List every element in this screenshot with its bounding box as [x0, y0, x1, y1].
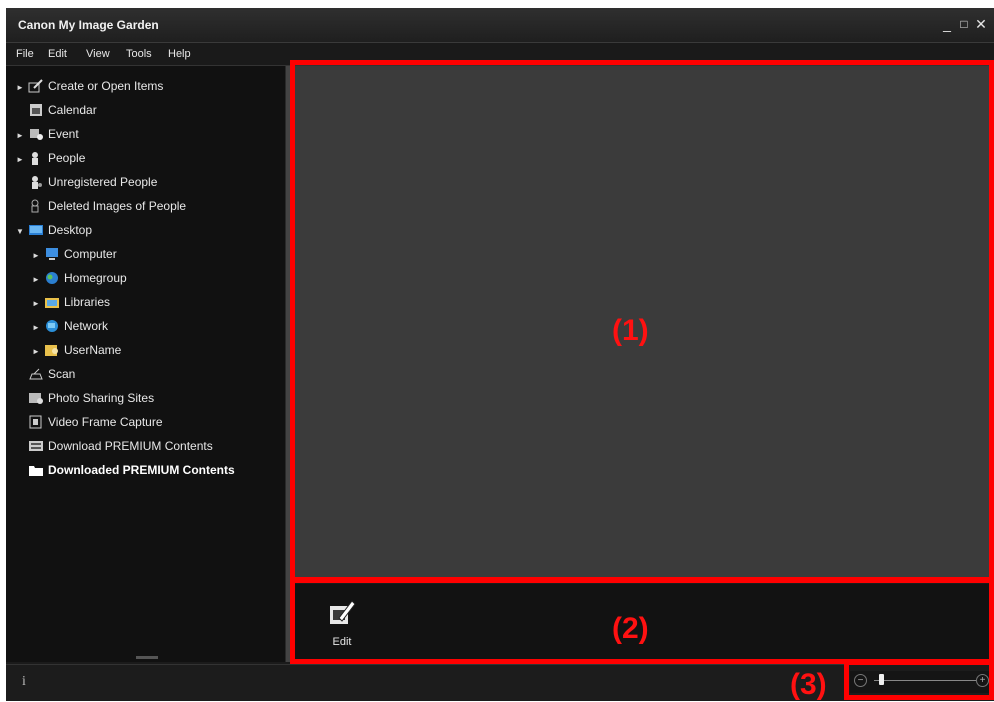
menu-view[interactable]: View [86, 48, 110, 60]
tree-item-label: Calendar [48, 103, 97, 117]
tree-item-label: Unregistered People [48, 175, 158, 189]
computer-icon [46, 248, 58, 260]
minimize-button[interactable]: _ [940, 17, 954, 31]
tree-item-event[interactable]: ► Event [16, 124, 79, 144]
expand-arrow-icon[interactable]: ► [32, 294, 44, 314]
tree-item-label: Create or Open Items [48, 79, 164, 93]
resize-handle[interactable] [136, 656, 158, 659]
download-premium-icon [29, 441, 43, 451]
tree-item-label: People [48, 151, 86, 165]
network-icon [46, 320, 58, 332]
tree-item-download-premium[interactable]: Download PREMIUM Contents [28, 436, 213, 456]
expand-arrow-icon[interactable]: ► [32, 318, 44, 338]
tree-item-label: Homegroup [64, 271, 127, 285]
tree-item-libraries[interactable]: ► Libraries [32, 292, 110, 312]
tree-item-desktop[interactable]: ▼ Desktop [16, 220, 92, 240]
tree-item-video-frame[interactable]: Video Frame Capture [28, 412, 163, 432]
tree-item-label: Libraries [64, 295, 111, 309]
annotation-label-1: (1) [612, 314, 649, 347]
menu-file[interactable]: File [16, 48, 34, 60]
menu-help[interactable]: Help [168, 48, 191, 60]
close-button[interactable]: ✕ [974, 17, 988, 31]
tree-item-label: Deleted Images of People [48, 199, 187, 213]
tree-item-unregistered-people[interactable]: Unregistered People [28, 172, 157, 192]
tree-item-computer[interactable]: ► Computer [32, 244, 117, 264]
tree-item-people[interactable]: ► People [16, 148, 85, 168]
tree-item-downloaded-premium[interactable]: Downloaded PREMIUM Contents [28, 460, 235, 480]
expand-arrow-icon[interactable]: ► [32, 246, 44, 266]
tree-item-label: UserName [64, 343, 122, 357]
homegroup-icon [46, 272, 58, 284]
tree-item-deleted-people[interactable]: Deleted Images of People [28, 196, 186, 216]
tree-item-username[interactable]: ► UserName [32, 340, 121, 360]
tree-item-label: Photo Sharing Sites [48, 391, 155, 405]
tree-item-label: Download PREMIUM Contents [48, 439, 213, 453]
expand-arrow-icon[interactable]: ► [16, 78, 28, 98]
tree-item-label: Video Frame Capture [48, 415, 163, 429]
expand-arrow-icon[interactable]: ► [32, 342, 44, 362]
tree-item-label: Computer [64, 247, 117, 261]
info-icon[interactable]: i [22, 674, 26, 690]
annotation-box-3 [844, 660, 994, 700]
folder-icon [29, 466, 43, 476]
menu-tools[interactable]: Tools [126, 48, 152, 60]
tree-item-create-open[interactable]: ► Create or Open Items [16, 76, 163, 96]
expand-arrow-icon[interactable]: ► [16, 126, 28, 146]
tree-item-homegroup[interactable]: ► Homegroup [32, 268, 127, 288]
user-folder-icon [45, 345, 58, 356]
tree-item-label: Desktop [48, 223, 93, 237]
annotation-label-3: (3) [790, 668, 827, 701]
deleted-people-icon [31, 199, 39, 213]
expand-arrow-icon[interactable]: ► [16, 150, 28, 170]
tree-item-label: Network [64, 319, 109, 333]
libraries-icon [45, 298, 59, 308]
video-frame-icon [29, 415, 42, 429]
calendar-icon [30, 104, 42, 116]
tree-item-label: Event [48, 127, 79, 141]
expand-arrow-icon[interactable]: ► [32, 270, 44, 290]
window-title: Canon My Image Garden [18, 18, 159, 32]
maximize-button[interactable]: □ [957, 17, 971, 31]
tree-item-label: Scan [48, 367, 76, 381]
tree-item-photo-sharing[interactable]: Photo Sharing Sites [28, 388, 154, 408]
collapse-arrow-icon[interactable]: ▼ [16, 222, 28, 242]
tree-item-scan[interactable]: Scan [28, 364, 75, 384]
tree-item-network[interactable]: ► Network [32, 316, 108, 336]
tree-item-label: Downloaded PREMIUM Contents [48, 463, 235, 477]
desktop-icon [29, 225, 43, 235]
people-icon [32, 152, 38, 165]
title-bar: Canon My Image Garden _ □ ✕ [6, 8, 994, 43]
unregistered-people-icon [32, 176, 42, 189]
menu-edit[interactable]: Edit [48, 48, 67, 60]
create-open-icon [28, 79, 43, 93]
event-icon [30, 129, 43, 140]
photo-sharing-icon [29, 393, 43, 404]
annotation-label-2: (2) [612, 612, 649, 645]
scan-icon [29, 368, 43, 380]
navigation-tree: ► Create or Open Items Calendar ► Event ► P… [6, 66, 286, 662]
tree-item-calendar[interactable]: Calendar [28, 100, 97, 120]
